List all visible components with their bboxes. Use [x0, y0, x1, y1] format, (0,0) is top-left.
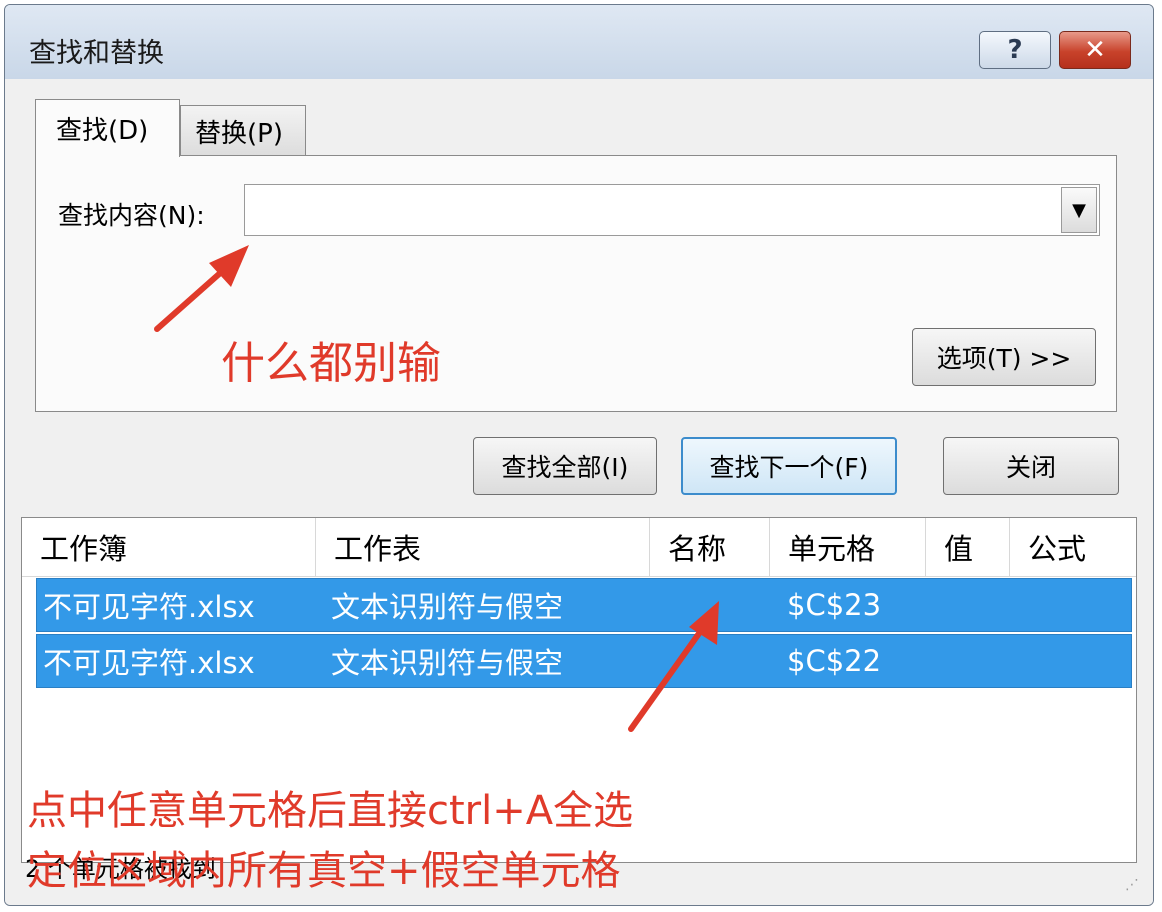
options-button[interactable]: 选项(T) >>: [912, 328, 1096, 386]
results-header: 工作簿 工作表 名称 单元格 值 公式: [22, 518, 1136, 577]
cell-sheet: 文本识别符与假空: [331, 646, 564, 680]
table-row[interactable]: 不可见字符.xlsx 文本识别符与假空 $C$23: [36, 578, 1132, 632]
cell-workbook: 不可见字符.xlsx: [43, 590, 255, 624]
find-what-combobox[interactable]: ▼: [244, 184, 1100, 236]
column-header-cell[interactable]: 单元格: [770, 518, 926, 576]
dialog-content: 查找(D) 替换(P) 查找内容(N): ▼ 选项(T) >> 什么都别输 查找…: [5, 79, 1153, 905]
help-button[interactable]: ?: [979, 31, 1051, 69]
find-all-button[interactable]: 查找全部(I): [473, 437, 657, 495]
column-header-name[interactable]: 名称: [650, 518, 770, 576]
column-header-value[interactable]: 值: [926, 518, 1010, 576]
tab-replace[interactable]: 替换(P): [180, 105, 306, 157]
dropdown-button[interactable]: ▼: [1061, 187, 1097, 233]
column-header-formula[interactable]: 公式: [1010, 518, 1136, 576]
find-what-input[interactable]: [245, 185, 1055, 235]
cell-sheet: 文本识别符与假空: [331, 590, 564, 624]
cell-address: $C$23: [787, 588, 882, 622]
find-what-label: 查找内容(N):: [58, 201, 205, 230]
annotation-bottom-line-1: 点中任意单元格后直接ctrl+A全选: [27, 788, 634, 834]
dialog-title: 查找和替换: [29, 38, 164, 69]
help-icon: ?: [1007, 35, 1023, 65]
title-bar: 查找和替换 ? ✕: [5, 5, 1153, 79]
cell-address: $C$22: [787, 644, 882, 678]
column-header-sheet[interactable]: 工作表: [316, 518, 650, 576]
annotation-top: 什么都别输: [221, 338, 441, 389]
table-row[interactable]: 不可见字符.xlsx 文本识别符与假空 $C$22: [36, 634, 1132, 688]
resize-grip-icon[interactable]: ⋰: [1125, 877, 1139, 893]
annotation-bottom: 点中任意单元格后直接ctrl+A全选 定位区域内所有真空+假空单元格: [27, 781, 633, 901]
close-icon: ✕: [1084, 35, 1106, 65]
chevron-down-icon: ▼: [1072, 199, 1086, 221]
close-window-button[interactable]: ✕: [1059, 31, 1131, 69]
close-button[interactable]: 关闭: [943, 437, 1119, 495]
tab-find[interactable]: 查找(D): [35, 99, 180, 157]
cell-workbook: 不可见字符.xlsx: [43, 646, 255, 680]
find-panel: 查找内容(N): ▼ 选项(T) >>: [35, 155, 1117, 412]
find-replace-dialog: 查找和替换 ? ✕ 查找(D) 替换(P) 查找内容(N): ▼ 选项(T) >…: [4, 4, 1154, 906]
column-header-workbook[interactable]: 工作簿: [22, 518, 316, 576]
annotation-bottom-line-2: 定位区域内所有真空+假空单元格: [27, 848, 621, 894]
find-next-button[interactable]: 查找下一个(F): [681, 437, 897, 495]
